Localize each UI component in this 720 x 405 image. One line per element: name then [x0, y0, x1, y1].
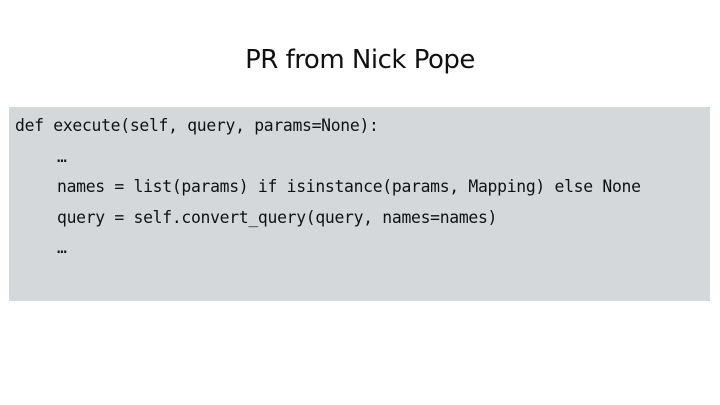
slide: PR from Nick Pope def execute(self, quer…: [0, 0, 720, 405]
code-line-query: query = self.convert_query(query, names=…: [57, 207, 498, 227]
code-line-def: def execute(self, query, params=None):: [15, 116, 379, 135]
slide-title: PR from Nick Pope: [245, 45, 475, 75]
code-line-ellipsis-1: …: [57, 146, 67, 166]
code-line-names: names = list(params) if isinstance(param…: [57, 177, 641, 196]
code-block: def execute(self, query, params=None): ……: [9, 107, 710, 301]
code-line-ellipsis-2: …: [57, 238, 67, 257]
